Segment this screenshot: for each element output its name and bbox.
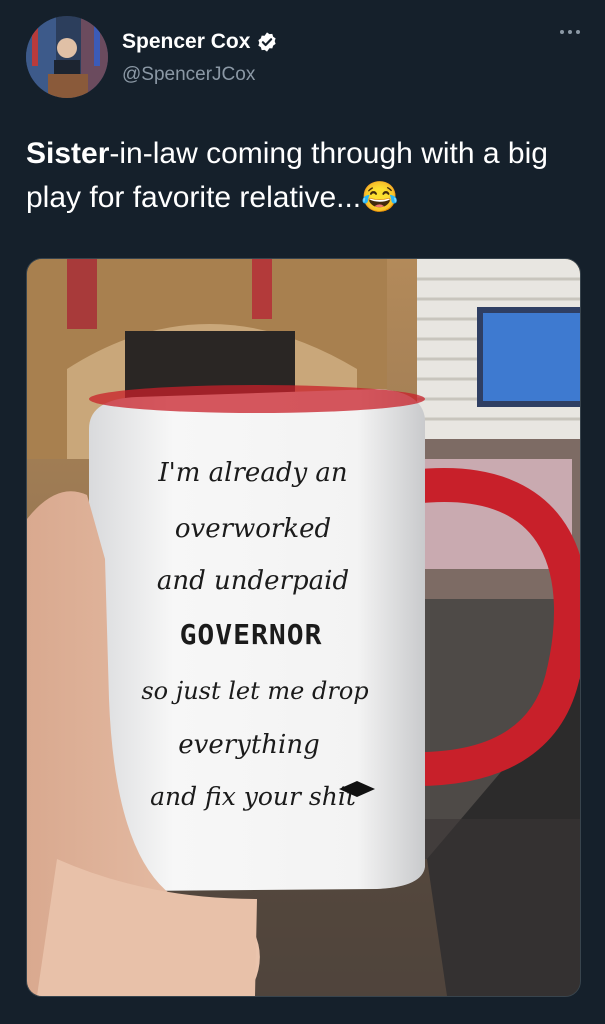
avatar[interactable] <box>26 16 108 98</box>
mug-line-4: GOVERNOR <box>180 618 323 651</box>
more-options-icon[interactable] <box>555 22 585 42</box>
mug-line-5: so just let me drop <box>141 677 368 705</box>
tweet-text: Sister-in-law coming through with a big … <box>26 132 586 220</box>
laughing-emoji-icon: 😂 <box>361 181 399 214</box>
mug-line-7: and fix your shit <box>150 782 357 811</box>
tweet-card: Spencer Cox @SpencerJCox Sister-in-law c… <box>0 0 605 1024</box>
verified-badge-icon <box>258 32 277 52</box>
tweet-text-bold: Sister <box>26 137 110 170</box>
mug-line-2: overworked <box>175 514 331 544</box>
author-row: Spencer Cox <box>122 30 278 54</box>
mug-line-6: everything <box>178 730 319 760</box>
tweet-header: Spencer Cox @SpencerJCox <box>26 16 585 100</box>
author-handle[interactable]: @SpencerJCox <box>122 64 255 86</box>
mug-line-1: I'm already an <box>157 458 347 488</box>
photo-scene: I'm already an overworked and underpaid … <box>27 259 580 996</box>
author-name[interactable]: Spencer Cox <box>122 30 250 54</box>
mug-line-3: and underpaid <box>157 566 349 596</box>
tweet-photo[interactable]: I'm already an overworked and underpaid … <box>26 258 581 997</box>
